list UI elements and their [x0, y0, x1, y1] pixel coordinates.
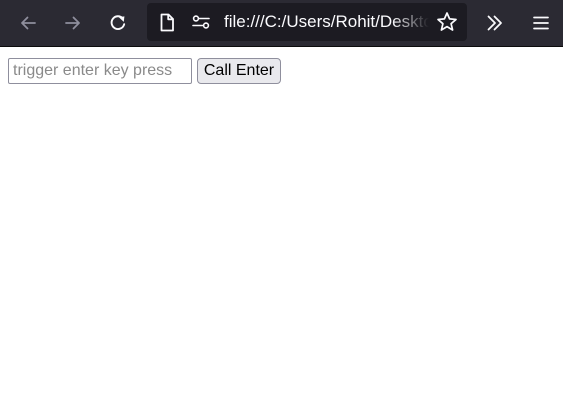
- enter-key-input[interactable]: [8, 58, 192, 84]
- hamburger-menu-icon: [532, 15, 550, 31]
- browser-toolbar: file:///C:/Users/Rohit/Desktop: [0, 0, 563, 47]
- url-text[interactable]: file:///C:/Users/Rohit/Desktop: [224, 3, 429, 41]
- call-enter-button[interactable]: Call Enter: [197, 58, 281, 84]
- reload-button[interactable]: [102, 7, 134, 39]
- reload-icon: [108, 13, 128, 33]
- permissions-icon[interactable]: [189, 3, 213, 41]
- forward-button[interactable]: [57, 7, 89, 39]
- overflow-button[interactable]: [479, 7, 511, 39]
- page-icon[interactable]: [155, 3, 179, 41]
- arrow-left-icon: [18, 13, 38, 33]
- menu-button[interactable]: [525, 7, 557, 39]
- url-bar[interactable]: file:///C:/Users/Rohit/Desktop: [147, 3, 467, 41]
- arrow-right-icon: [63, 13, 83, 33]
- double-chevron-icon: [485, 13, 505, 33]
- back-button[interactable]: [12, 7, 44, 39]
- star-icon[interactable]: [433, 3, 461, 41]
